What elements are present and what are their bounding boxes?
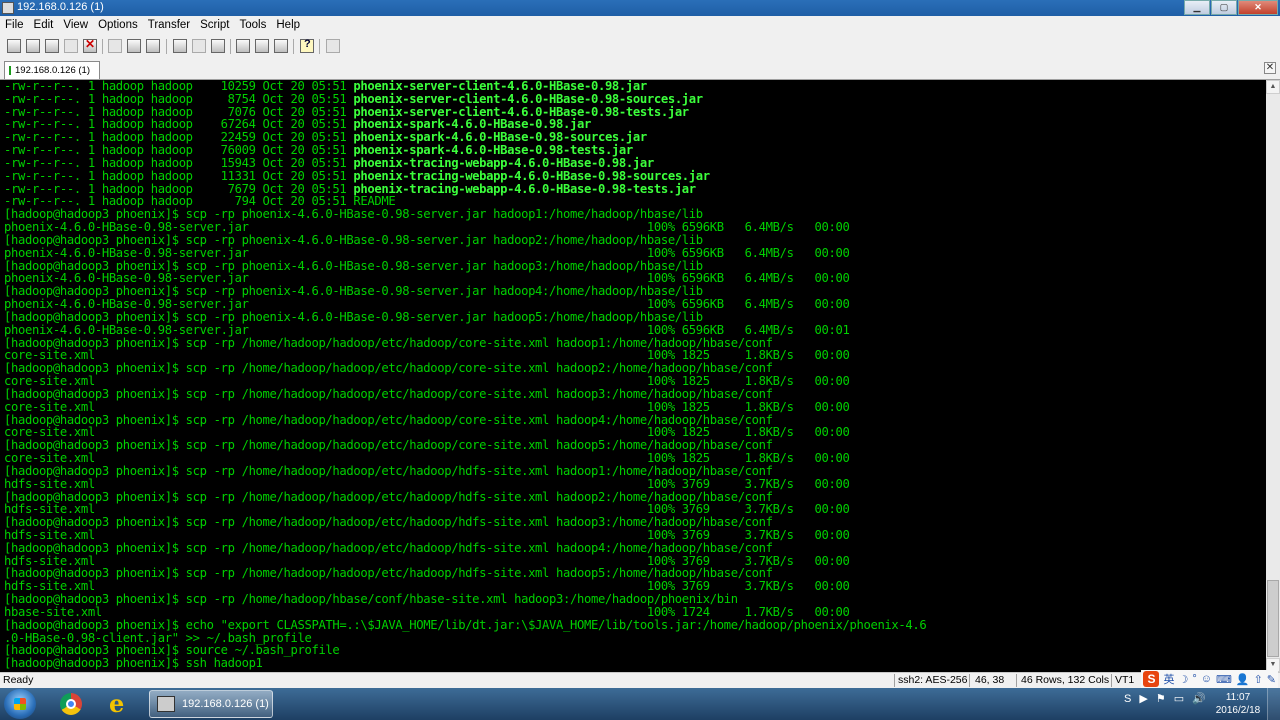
session-options-icon[interactable] [236, 39, 250, 53]
menu-file[interactable]: File [0, 19, 29, 31]
status-divider [1111, 674, 1112, 687]
toolbar-separator [166, 39, 167, 54]
menu-bar: File Edit View Options Transfer Script T… [0, 16, 1280, 34]
status-divider [894, 674, 895, 687]
tray-flag-icon[interactable]: ⚑ [1156, 692, 1166, 705]
connected-indicator [9, 66, 11, 75]
title-bar[interactable]: 192.168.0.126 (1) ▁ ▢ ✕ [0, 0, 1280, 16]
quick-connect-icon[interactable] [26, 39, 40, 53]
connect-icon[interactable] [7, 39, 21, 53]
toolbar-separator [319, 39, 320, 54]
terminal-line: [hadoop@hadoop3 phoenix]$ ssh hadoop1 [0, 657, 1266, 670]
toolbar-separator [293, 39, 294, 54]
menu-help[interactable]: Help [271, 19, 305, 31]
menu-edit[interactable]: Edit [29, 19, 59, 31]
copy-icon[interactable] [108, 39, 122, 53]
terminal-line-text: [hadoop@hadoop3 phoenix]$ ssh hadoop1 [4, 656, 263, 671]
disconnect-icon[interactable] [83, 37, 97, 53]
ime-keyboard-icon[interactable]: ⌨ [1216, 673, 1232, 686]
sftp-icon[interactable] [326, 39, 340, 53]
print-setup-icon[interactable] [192, 39, 206, 53]
tray-sogou-icon[interactable]: S [1124, 693, 1131, 705]
print-icon[interactable] [173, 39, 187, 53]
ime-shift-icon[interactable]: ⇧ [1254, 673, 1263, 686]
menu-view[interactable]: View [58, 19, 93, 31]
chrome-icon[interactable] [54, 691, 88, 717]
print-selection-icon[interactable] [211, 39, 225, 53]
window-title: 192.168.0.126 (1) [17, 1, 104, 13]
tab-close-icon[interactable]: ✕ [1264, 62, 1276, 74]
session-tab[interactable]: 192.168.0.126 (1) [4, 61, 100, 79]
system-tray: S ▶ ⚑ ▭ 🔊 [1124, 692, 1214, 706]
toolbar-separator [230, 39, 231, 54]
maximize-button[interactable]: ▢ [1211, 0, 1237, 15]
ime-punctuation-icon[interactable]: ° [1192, 673, 1196, 685]
close-button[interactable]: ✕ [1238, 0, 1278, 15]
terminal-scrollbar[interactable]: ▲ ▼ [1266, 80, 1280, 672]
securecrt-app-icon[interactable] [2, 2, 14, 14]
terminal-output[interactable]: -rw-r--r--. 1 hadoop hadoop 10259 Oct 20… [0, 80, 1266, 672]
minimize-button[interactable]: ▁ [1184, 0, 1210, 15]
toolbar [0, 34, 1280, 59]
status-ready: Ready [3, 674, 34, 686]
tab-bar: 192.168.0.126 (1) ✕ [0, 58, 1280, 80]
ime-language-icon[interactable]: 英 [1163, 671, 1174, 687]
menu-script[interactable]: Script [195, 19, 234, 31]
status-cursor-position: 46, 38 [975, 674, 1005, 686]
ime-toolbar: S 英 ☽ ° ☺ ⌨ 👤 ⇧ ✎ [1141, 670, 1278, 688]
connect-in-tab-icon[interactable] [45, 39, 59, 53]
status-terminal-size: 46 Rows, 132 Cols [1021, 674, 1110, 686]
keymap-icon[interactable] [274, 39, 288, 53]
status-cipher: ssh2: AES-256 [898, 674, 968, 686]
show-desktop-button[interactable] [1267, 688, 1280, 720]
paste-icon[interactable] [127, 39, 141, 53]
menu-transfer[interactable]: Transfer [143, 19, 195, 31]
toolbar-separator [102, 39, 103, 54]
windows-taskbar: 192.168.0.126 (1) S ▶ ⚑ ▭ 🔊 11:07 2016/2… [0, 688, 1280, 720]
terminal-filename-highlight: phoenix-tracing-webapp-4.6.0-HBase-0.98-… [353, 181, 696, 196]
status-divider [1016, 674, 1017, 687]
status-bar: Ready ssh2: AES-256 46, 38 46 Rows, 132 … [0, 670, 1280, 688]
internet-explorer-icon[interactable] [102, 689, 136, 718]
scroll-up-icon[interactable]: ▲ [1266, 80, 1280, 94]
clock-date: 2016/2/18 [1215, 705, 1261, 716]
ime-emoji-icon[interactable]: ☺ [1201, 673, 1212, 685]
securecrt-task-icon [157, 696, 175, 712]
ime-settings-icon[interactable]: ✎ [1267, 673, 1276, 686]
menu-tools[interactable]: Tools [235, 19, 272, 31]
ime-user-icon[interactable]: 👤 [1236, 673, 1250, 686]
help-icon[interactable] [300, 38, 314, 53]
scrollbar-thumb[interactable] [1267, 580, 1279, 657]
session-tab-label: 192.168.0.126 (1) [15, 65, 91, 76]
find-icon[interactable] [146, 39, 160, 53]
taskbar-task-label: 192.168.0.126 (1) [182, 698, 269, 710]
taskbar-securecrt-button[interactable]: 192.168.0.126 (1) [149, 690, 273, 718]
tray-arrow-icon[interactable]: ▶ [1139, 692, 1147, 705]
tray-volume-icon[interactable]: 🔊 [1192, 692, 1206, 705]
start-button-icon[interactable] [4, 689, 36, 719]
taskbar-clock[interactable]: 11:07 2016/2/18 [1212, 691, 1264, 717]
menu-options[interactable]: Options [93, 19, 143, 31]
sogou-ime-icon[interactable]: S [1143, 671, 1160, 687]
status-terminal-type: VT1 [1115, 674, 1135, 686]
clock-time: 11:07 [1225, 692, 1251, 703]
status-divider [969, 674, 970, 687]
reconnect-icon[interactable] [64, 39, 78, 53]
global-options-icon[interactable] [255, 39, 269, 53]
ime-moon-icon[interactable]: ☽ [1178, 673, 1188, 686]
tray-network-icon[interactable]: ▭ [1174, 692, 1184, 705]
